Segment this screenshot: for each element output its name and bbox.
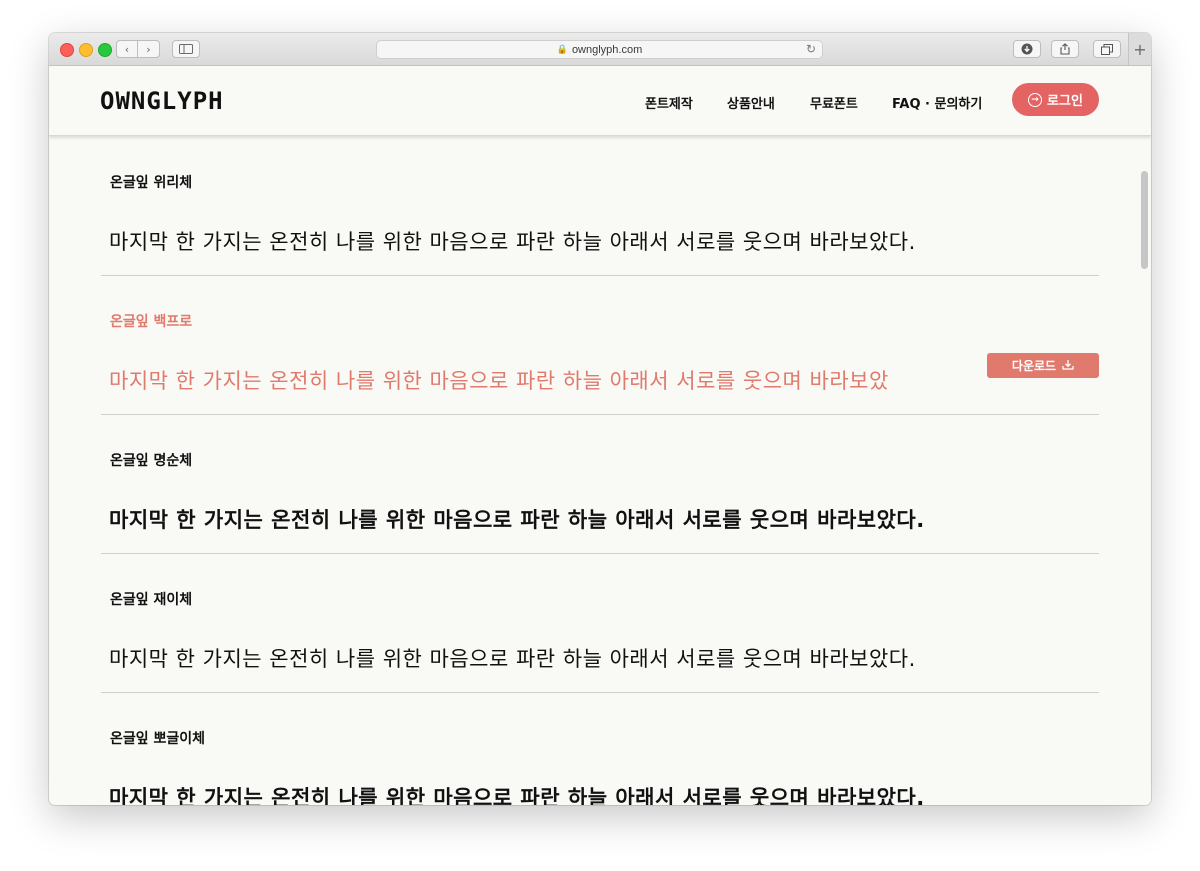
chevron-right-icon: › xyxy=(146,42,151,56)
downloads-button[interactable] xyxy=(1013,40,1041,58)
font-list: 온글잎 위리체 마지막 한 가지는 온전히 나를 위한 마음으로 파란 하늘 아… xyxy=(49,136,1151,805)
nav-font-making[interactable]: 폰트제작 xyxy=(645,93,693,112)
minimize-window-button[interactable] xyxy=(79,43,93,57)
scrollbar[interactable] xyxy=(1137,136,1151,805)
font-list-item-hovered[interactable]: 온글잎 백프로 마지막 한 가지는 온전히 나를 위한 마음으로 파란 하늘 아… xyxy=(101,275,1099,415)
chevron-left-icon: ‹ xyxy=(124,42,130,56)
download-label: 다운로드 xyxy=(1011,359,1057,373)
font-sample-text: 마지막 한 가지는 온전히 나를 위한 마음으로 파란 하늘 아래서 서로를 웃… xyxy=(109,369,889,393)
font-sample-text: 마지막 한 가지는 온전히 나를 위한 마음으로 파란 하늘 아래서 서로를 웃… xyxy=(109,508,925,532)
reload-icon[interactable]: ↻ xyxy=(806,42,816,56)
download-button[interactable]: 다운로드 xyxy=(987,353,1099,378)
close-window-button[interactable] xyxy=(60,43,74,57)
site-header: OWNGLYPH 폰트제작 상품안내 무료폰트 FAQ · 문의하기 → 로그인 xyxy=(49,66,1151,136)
login-label: 로그인 xyxy=(1047,94,1083,109)
address-bar[interactable]: 🔒 ownglyph.com ↻ xyxy=(376,40,823,59)
login-button[interactable]: → 로그인 xyxy=(1012,83,1099,116)
download-icon xyxy=(1021,43,1033,55)
nav-free-fonts[interactable]: 무료폰트 xyxy=(810,93,858,112)
tabs-icon xyxy=(1101,43,1113,55)
download-tray-icon xyxy=(1062,359,1074,373)
plus-icon: + xyxy=(1133,39,1147,59)
font-sample-text: 마지막 한 가지는 온전히 나를 위한 마음으로 파란 하늘 아래서 서로를 웃… xyxy=(109,647,916,671)
back-button[interactable]: ‹ xyxy=(116,40,138,58)
site-logo[interactable]: OWNGLYPH xyxy=(100,87,224,115)
font-name: 온글잎 명순체 xyxy=(110,453,193,469)
new-tab-button[interactable]: + xyxy=(1128,33,1151,65)
font-list-item[interactable]: 온글잎 뽀글이체 마지막 한 가지는 온전히 나를 위한 마음으로 파란 하늘 … xyxy=(101,692,1099,805)
font-list-item[interactable]: 온글잎 명순체 마지막 한 가지는 온전히 나를 위한 마음으로 파란 하늘 아… xyxy=(101,414,1099,554)
font-sample-text: 마지막 한 가지는 온전히 나를 위한 마음으로 파란 하늘 아래서 서로를 웃… xyxy=(109,786,925,805)
scrollbar-thumb[interactable] xyxy=(1141,171,1148,269)
nav-products[interactable]: 상품안내 xyxy=(727,93,775,112)
font-name: 온글잎 백프로 xyxy=(110,314,193,330)
zoom-window-button[interactable] xyxy=(98,43,112,57)
font-list-item[interactable]: 온글잎 위리체 마지막 한 가지는 온전히 나를 위한 마음으로 파란 하늘 아… xyxy=(101,136,1099,276)
share-button[interactable] xyxy=(1051,40,1079,58)
lock-icon: 🔒 xyxy=(556,44,568,54)
share-icon xyxy=(1060,43,1070,55)
font-name: 온글잎 위리체 xyxy=(110,175,193,191)
browser-toolbar: ‹ › 🔒 ownglyph.com ↻ + xyxy=(49,33,1151,66)
font-sample-text: 마지막 한 가지는 온전히 나를 위한 마음으로 파란 하늘 아래서 서로를 웃… xyxy=(109,230,916,254)
font-list-item[interactable]: 온글잎 재이체 마지막 한 가지는 온전히 나를 위한 마음으로 파란 하늘 아… xyxy=(101,553,1099,693)
forward-button[interactable]: › xyxy=(138,40,160,58)
tab-overview-button[interactable] xyxy=(1093,40,1121,58)
url-text: ownglyph.com xyxy=(571,43,643,56)
login-icon: → xyxy=(1028,92,1043,107)
sidebar-toggle-button[interactable] xyxy=(172,40,200,58)
font-name: 온글잎 재이체 xyxy=(110,592,193,608)
nav-faq-contact[interactable]: FAQ · 문의하기 xyxy=(892,93,982,112)
sidebar-icon xyxy=(179,44,193,54)
font-name: 온글잎 뽀글이체 xyxy=(110,731,206,747)
browser-window: ‹ › 🔒 ownglyph.com ↻ + OWNGLYPH 폰트제작 상품안… xyxy=(49,33,1151,805)
